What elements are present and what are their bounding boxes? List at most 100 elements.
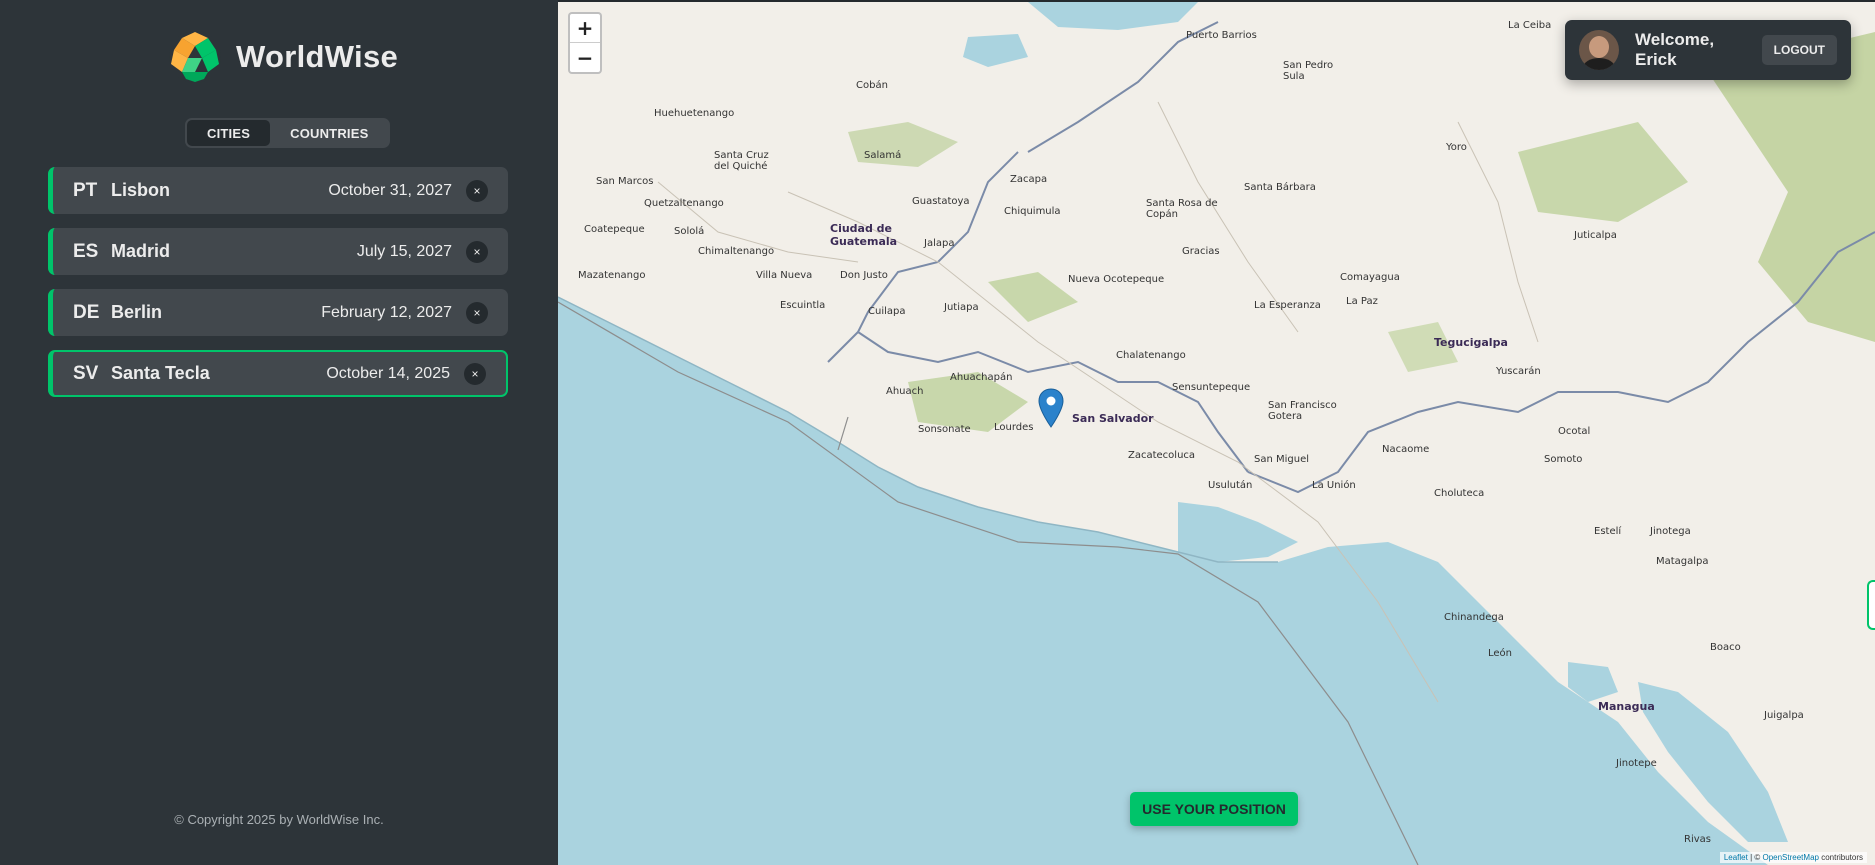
- logout-button[interactable]: LOGOUT: [1761, 35, 1837, 65]
- map-label-town: Rivas: [1684, 834, 1711, 845]
- map-label-town: San Miguel: [1254, 454, 1310, 465]
- city-name: Santa Tecla: [111, 363, 210, 383]
- city-name: Berlin: [111, 302, 163, 322]
- map-label-town: Zacatecoluca: [1128, 450, 1196, 461]
- delete-city-button[interactable]: ×: [466, 179, 488, 202]
- map-label-town: Nueva Ocotepeque: [1068, 274, 1165, 285]
- map-label-town: Puerto Barrios: [1186, 30, 1257, 41]
- map-label-town: Chinandega: [1444, 612, 1504, 623]
- map-label-town: Usulután: [1208, 480, 1253, 491]
- map-label-town: Chiquimula: [1004, 206, 1061, 217]
- map-label-town: Santa Bárbara: [1244, 182, 1316, 193]
- map-label-town: La Esperanza: [1254, 300, 1321, 311]
- map-edge-control[interactable]: [1867, 580, 1875, 630]
- map-label-capital: Ciudad de Guatemala: [830, 222, 898, 248]
- zoom-in-button[interactable]: +: [570, 14, 600, 43]
- country-code: ES: [73, 240, 99, 262]
- avatar: [1579, 30, 1619, 70]
- map-label-town: Yuscarán: [1496, 366, 1541, 377]
- zoom-out-button[interactable]: −: [570, 43, 600, 72]
- worldwise-globe-icon: [169, 31, 221, 83]
- map-label-town: Sonsonate: [918, 424, 971, 435]
- city-date: October 14, 2025: [326, 364, 450, 382]
- map-label-town: Mazatenango: [578, 270, 646, 281]
- map-label-town: León: [1488, 648, 1513, 659]
- map-label-town: Jutiapa: [944, 302, 979, 313]
- map-label-town: Chalatenango: [1116, 350, 1186, 361]
- country-code: PT: [73, 179, 98, 201]
- brand-name: WorldWise: [236, 39, 399, 74]
- city-item-santa-tecla[interactable]: SV Santa Tecla October 14, 2025 ×: [48, 350, 508, 397]
- zoom-control: + −: [568, 12, 602, 74]
- city-item-lisbon[interactable]: PT Lisbon October 31, 2027 ×: [48, 167, 508, 214]
- map-label-town: Santa Cruz del Quiché: [714, 150, 769, 172]
- map-label-town: Chimaltenango: [698, 246, 775, 257]
- copyright: © Copyright 2025 by WorldWise Inc.: [174, 812, 384, 827]
- map-base-layer: [558, 2, 1875, 865]
- map-label-capital: Managua: [1598, 700, 1655, 713]
- map-label-town: Gracias: [1182, 246, 1220, 257]
- tab-cities[interactable]: CITIES: [187, 120, 271, 146]
- leaflet-link[interactable]: Leaflet: [1724, 853, 1748, 862]
- map-label-capital: San Salvador: [1072, 412, 1154, 425]
- map-label-town: Ahuachapán: [950, 372, 1013, 383]
- map-label-capital: Tegucigalpa: [1434, 336, 1508, 349]
- map-label-town: Ahuach: [886, 386, 924, 397]
- city-date: February 12, 2027: [321, 303, 452, 321]
- country-code: DE: [73, 301, 100, 323]
- map-label-town: Jinotepe: [1616, 758, 1657, 769]
- map-label-town: San Marcos: [596, 176, 654, 187]
- map-label-town: Salamá: [864, 150, 902, 161]
- use-position-button[interactable]: USE YOUR POSITION: [1130, 792, 1298, 826]
- map-label-town: Don Justo: [840, 270, 888, 281]
- map-label-town: Comayagua: [1340, 272, 1400, 283]
- city-date: October 31, 2027: [328, 181, 452, 199]
- map-pin-icon[interactable]: [1038, 388, 1064, 428]
- map-label-town: Yoro: [1446, 142, 1467, 153]
- map-label-town: Guastatoya: [912, 196, 970, 207]
- map[interactable]: Puerto Barrios La Ceiba Cobán Huehuetena…: [558, 2, 1875, 865]
- logo[interactable]: WorldWise: [168, 30, 398, 84]
- city-name: Madrid: [111, 241, 171, 261]
- delete-city-button[interactable]: ×: [464, 362, 486, 385]
- city-item-madrid[interactable]: ES Madrid July 15, 2027 ×: [48, 228, 508, 275]
- map-label-town: Estelí: [1594, 526, 1622, 537]
- map-label-town: La Ceiba: [1508, 20, 1552, 31]
- map-label-town: Juticalpa: [1574, 230, 1617, 241]
- map-label-town: San Francisco Gotera: [1268, 400, 1337, 422]
- city-name: Lisbon: [111, 180, 170, 200]
- sidebar: WorldWise CITIES COUNTRIES PT Lisbon Oct…: [0, 0, 558, 865]
- map-label-town: Jalapa: [924, 238, 955, 249]
- attribution-separator: | ©: [1747, 853, 1763, 862]
- tab-countries[interactable]: COUNTRIES: [270, 120, 388, 146]
- map-label-town: Zacapa: [1010, 174, 1048, 185]
- sidebar-tabs: CITIES COUNTRIES: [185, 118, 391, 148]
- map-label-town: Boaco: [1710, 642, 1741, 653]
- map-label-town: Sensuntepeque: [1172, 382, 1251, 393]
- map-label-town: Choluteca: [1434, 488, 1485, 499]
- country-code: SV: [73, 362, 99, 384]
- map-label-town: Nacaome: [1382, 444, 1430, 455]
- map-label-town: Jinotega: [1650, 526, 1691, 537]
- map-label-town: Cobán: [856, 80, 888, 91]
- map-label-town: Ocotal: [1558, 426, 1591, 437]
- map-label-town: Matagalpa: [1656, 556, 1709, 567]
- map-label-town: Huehuetenango: [654, 108, 735, 119]
- map-label-town: Escuintla: [780, 300, 826, 311]
- attribution-tail: contributors: [1818, 853, 1863, 862]
- map-label-town: Coatepeque: [584, 224, 645, 235]
- map-label-town: Santa Rosa de Copán: [1146, 198, 1218, 220]
- delete-city-button[interactable]: ×: [466, 301, 488, 324]
- map-attribution: Leaflet | © OpenStreetMap contributors: [1719, 852, 1867, 863]
- map-label-town: San Pedro Sula: [1283, 60, 1334, 82]
- osm-link[interactable]: OpenStreetMap: [1762, 853, 1818, 862]
- welcome-text: Welcome, Erick: [1635, 30, 1715, 69]
- map-label-town: Somoto: [1544, 454, 1583, 465]
- city-date: July 15, 2027: [356, 242, 452, 260]
- map-label-town: La Paz: [1346, 296, 1378, 307]
- delete-city-button[interactable]: ×: [466, 240, 488, 263]
- city-item-berlin[interactable]: DE Berlin February 12, 2027 ×: [48, 289, 508, 336]
- map-label-town: Villa Nueva: [756, 270, 813, 281]
- map-label-town: La Unión: [1312, 480, 1356, 491]
- map-label-town: Quetzaltenango: [644, 198, 724, 209]
